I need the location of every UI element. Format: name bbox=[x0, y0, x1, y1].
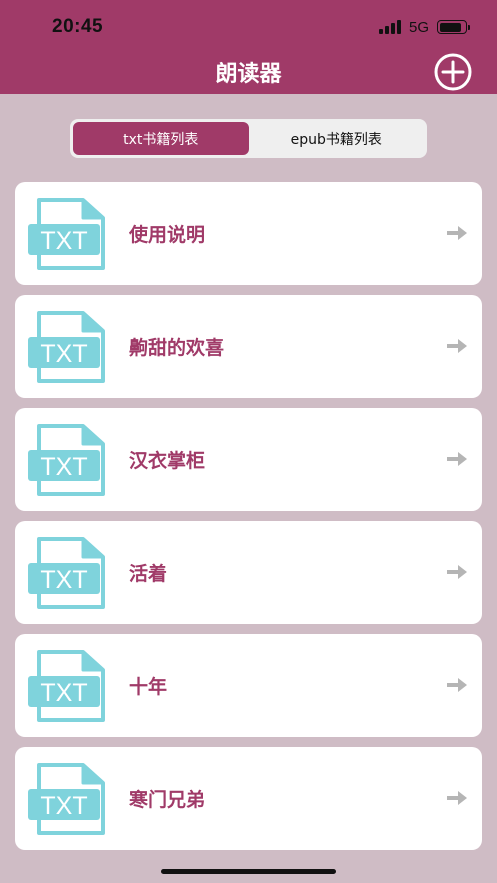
arrow-right-icon bbox=[447, 452, 467, 466]
network-label: 5G bbox=[408, 18, 429, 36]
txt-file-icon: TXT bbox=[28, 311, 105, 383]
status-time: 20:45 bbox=[52, 16, 104, 37]
arrow-right-icon bbox=[447, 678, 467, 692]
plus-circle-icon[interactable] bbox=[433, 52, 473, 92]
list-item[interactable]: TXT 十年 bbox=[15, 634, 482, 737]
book-list: TXT 使用说明 TXT 齁甜的欢喜 TXT 汉衣掌柜 TXT 活着 TXT 十年 TXT 寒门兄弟 bbox=[15, 182, 482, 860]
list-item[interactable]: TXT 使用说明 bbox=[15, 182, 482, 285]
book-type-segmented-control: txt书籍列表 epub书籍列表 bbox=[70, 119, 427, 158]
txt-file-icon: TXT bbox=[28, 198, 105, 270]
txt-file-icon: TXT bbox=[28, 537, 105, 609]
status-indicators: 5G bbox=[378, 17, 470, 37]
txt-file-icon: TXT bbox=[28, 650, 105, 722]
list-item[interactable]: TXT 寒门兄弟 bbox=[15, 747, 482, 850]
arrow-right-icon bbox=[447, 226, 467, 240]
file-type-label: TXT bbox=[40, 792, 87, 820]
arrow-right-icon bbox=[447, 565, 467, 579]
file-type-label: TXT bbox=[40, 679, 87, 707]
file-type-label: TXT bbox=[40, 453, 87, 481]
list-item[interactable]: TXT 汉衣掌柜 bbox=[15, 408, 482, 511]
book-title: 活着 bbox=[129, 563, 168, 585]
nav-header: 20:45 5G 朗读器 bbox=[0, 0, 497, 94]
arrow-right-icon bbox=[447, 791, 467, 805]
arrow-right-icon bbox=[447, 339, 467, 353]
list-item[interactable]: TXT 齁甜的欢喜 bbox=[15, 295, 482, 398]
file-type-label: TXT bbox=[40, 340, 87, 368]
file-type-label: TXT bbox=[40, 566, 87, 594]
battery-level bbox=[439, 22, 461, 32]
txt-file-icon: TXT bbox=[28, 424, 105, 496]
home-indicator[interactable] bbox=[161, 869, 336, 874]
battery-icon bbox=[437, 20, 470, 34]
book-title: 汉衣掌柜 bbox=[129, 450, 206, 472]
signal-icon bbox=[378, 20, 401, 34]
page-title: 朗读器 bbox=[215, 62, 282, 87]
txt-file-icon: TXT bbox=[28, 763, 105, 835]
book-title: 寒门兄弟 bbox=[129, 789, 206, 811]
file-type-label: TXT bbox=[40, 227, 87, 255]
tab-epub-books[interactable]: epub书籍列表 bbox=[249, 122, 425, 155]
list-item[interactable]: TXT 活着 bbox=[15, 521, 482, 624]
tab-txt-books[interactable]: txt书籍列表 bbox=[73, 122, 249, 155]
book-title: 齁甜的欢喜 bbox=[129, 337, 225, 359]
book-title: 十年 bbox=[129, 676, 168, 698]
book-title: 使用说明 bbox=[129, 224, 206, 246]
